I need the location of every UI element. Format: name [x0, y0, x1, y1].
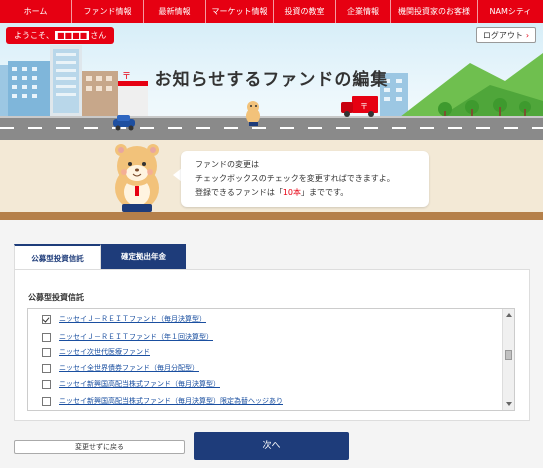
info-line-3: 登録できるファンドは「10本」までです。 [195, 187, 348, 198]
fund-checkbox[interactable] [42, 396, 51, 406]
logout-label: ログアウト [482, 31, 523, 40]
info-band-border [0, 212, 543, 220]
logout-button[interactable]: ログアウト › [476, 27, 536, 43]
svg-text:〒: 〒 [360, 102, 368, 111]
fund-list[interactable]: ニッセイＪ－ＲＥＩＴファンド（毎月決算型） ニッセイＪ－ＲＥＩＴファンド（年１回… [27, 308, 515, 411]
fund-checkbox[interactable] [42, 379, 51, 389]
tab-defined-contribution[interactable]: 確定拠出年金 [101, 244, 186, 269]
fund-link[interactable]: ニッセイＪ－ＲＥＩＴファンド（毎月決算型） [59, 314, 206, 324]
nav-item-fund-info[interactable]: ファンド情報 [72, 0, 144, 23]
fund-checkbox[interactable] [42, 314, 51, 324]
fund-row[interactable]: ニッセイ新興国高配当株式ファンド（毎月決算型）限定為替ヘッジあり [28, 392, 504, 410]
nav-item-market[interactable]: マーケット情報 [206, 0, 274, 23]
user-name: ■■■■ [55, 31, 90, 40]
nav-item-classroom[interactable]: 投資の教室 [274, 0, 336, 23]
fund-checkbox[interactable] [42, 347, 51, 357]
info-line-1: ファンドの変更は [195, 160, 259, 169]
fund-link[interactable]: ニッセイ次世代医療ファンド [59, 347, 150, 357]
nav-item-news[interactable]: 最新情報 [144, 0, 206, 23]
scroll-up-arrow-icon[interactable] [506, 313, 512, 317]
fund-link[interactable]: ニッセイ新興国高配当株式ファンド（毎月決算型） [59, 379, 220, 389]
next-button[interactable]: 次へ [194, 432, 349, 460]
top-nav: ホーム ファンド情報 最新情報 マーケット情報 投資の教室 企業情報 機関投資家… [0, 0, 543, 23]
fund-checkbox[interactable] [42, 332, 51, 342]
fund-row[interactable]: ニッセイ新興国高配当株式ファンド（毎月決算型） [28, 375, 504, 393]
hamster-mascot-icon [115, 144, 159, 212]
nav-item-nam-city[interactable]: NAMシティ [478, 0, 543, 23]
info-line-2: チェックボックスのチェックを変更すればできますよ。 [195, 174, 395, 183]
nav-item-home[interactable]: ホーム [0, 0, 72, 23]
info-line-3-prefix: 登録できるファンドは「 [195, 188, 283, 197]
fund-link[interactable]: ニッセイＪ－ＲＥＩＴファンド（年１回決算型） [59, 332, 213, 342]
scroll-thumb[interactable] [505, 350, 512, 360]
speech-bubble: ファンドの変更は チェックボックスのチェックを変更すればできますよ。 登録できる… [181, 151, 429, 207]
fund-link[interactable]: ニッセイ新興国高配当株式ファンド（毎月決算型）限定為替ヘッジあり [59, 396, 283, 406]
section-label: 公募型投資信託 [28, 293, 84, 302]
fund-checkbox[interactable] [42, 363, 51, 373]
back-without-changes-button[interactable]: 変更せずに戻る [14, 440, 185, 454]
tab-public-investment-trust[interactable]: 公募型投資信託 [14, 244, 101, 269]
chevron-right-icon: › [525, 31, 530, 40]
greeting-badge: ようこそ、 ■■■■ さん [6, 27, 115, 44]
list-scrollbar[interactable] [502, 309, 514, 410]
nav-item-institutional[interactable]: 機関投資家のお客様 [391, 0, 478, 23]
page-title: お知らせするファンドの編集 [154, 70, 389, 90]
scroll-down-arrow-icon[interactable] [506, 402, 512, 406]
fund-limit-highlight: 10本 [282, 188, 302, 197]
greeting-suffix: さん [90, 31, 107, 40]
greeting-prefix: ようこそ、 [14, 31, 54, 40]
fund-link[interactable]: ニッセイ全世界債券ファンド（毎月分配型） [59, 363, 199, 373]
fund-row[interactable]: ニッセイＪ－ＲＥＩＴファンド（毎月決算型） [28, 310, 504, 328]
info-line-3-suffix: 」までです。 [301, 188, 349, 197]
nav-item-company[interactable]: 企業情報 [336, 0, 391, 23]
